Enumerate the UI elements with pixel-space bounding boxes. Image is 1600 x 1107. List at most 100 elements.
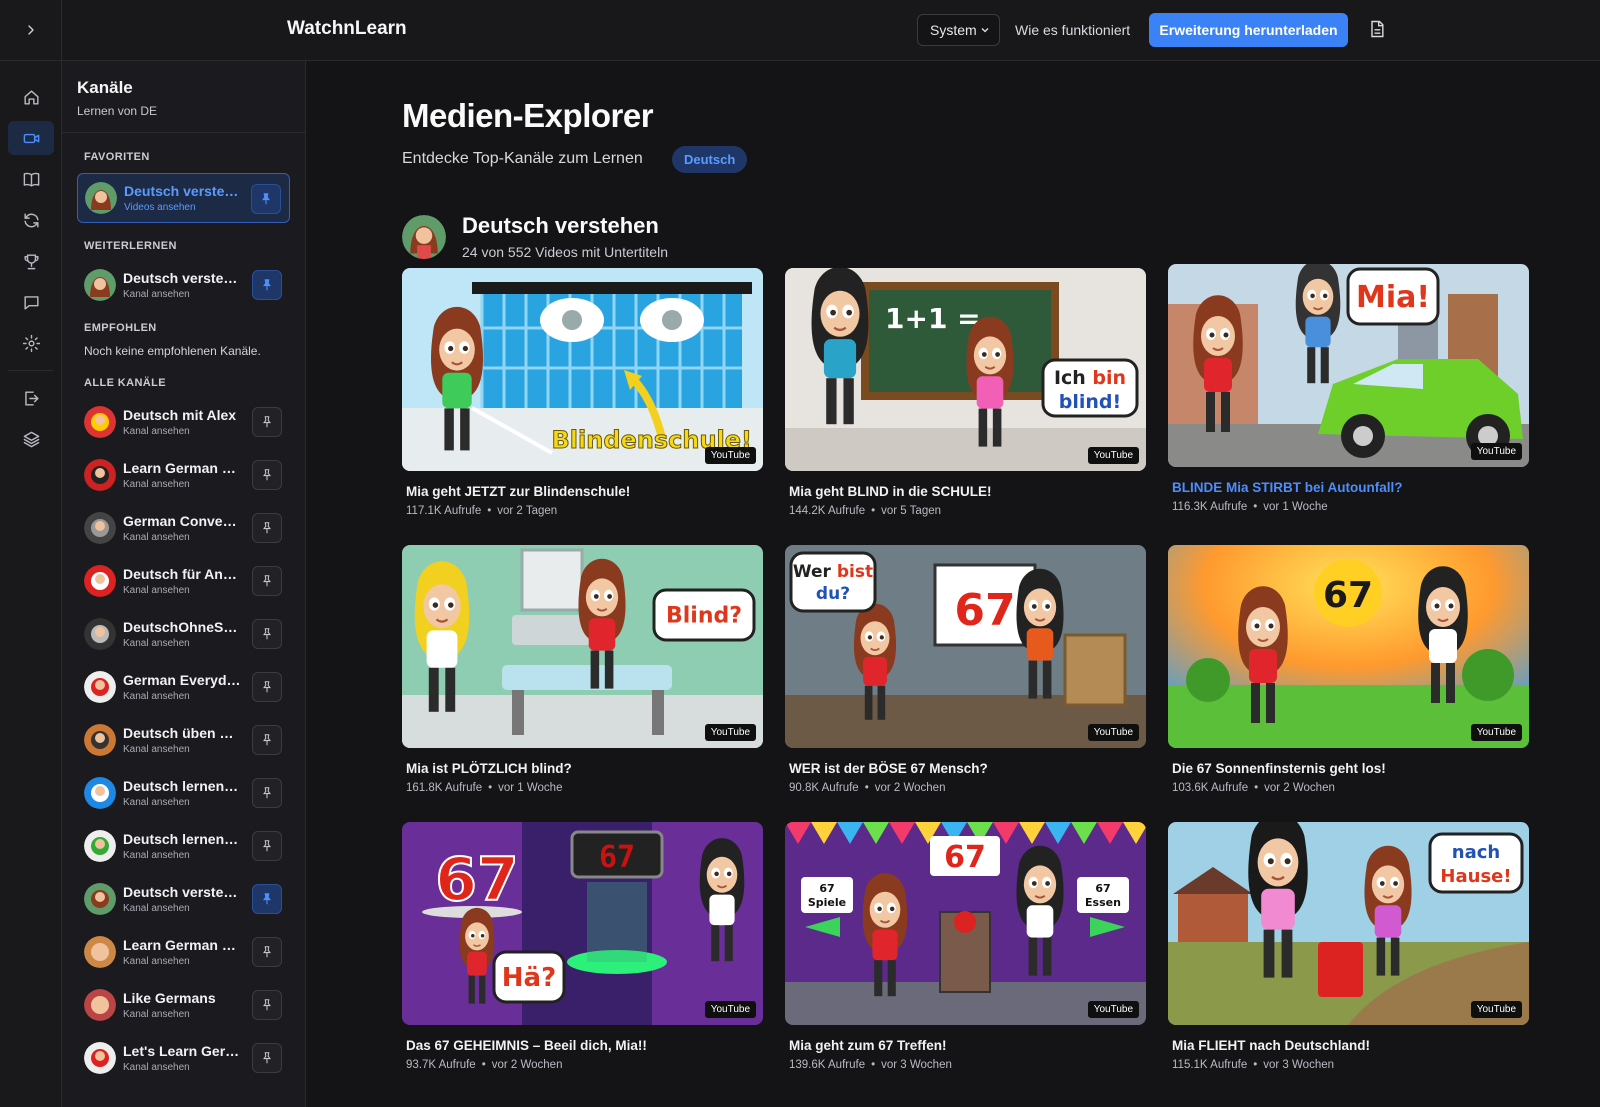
pin-button[interactable] [252, 831, 282, 861]
video-thumbnail[interactable]: Blindenschule! YouTube [402, 268, 763, 471]
video-card[interactable]: Blindenschule! YouTube Mia geht JETZT zu… [402, 268, 763, 517]
pin-icon [263, 734, 271, 746]
nav-videos[interactable] [8, 121, 54, 155]
pin-icon [263, 469, 271, 481]
nav-home[interactable] [8, 80, 54, 114]
pin-button[interactable] [252, 407, 282, 437]
nav-chat[interactable] [8, 285, 54, 319]
channel-item[interactable]: Deutsch lernen - ... Kanal ansehen [77, 821, 290, 871]
youtube-badge: YouTube [1470, 443, 1522, 460]
svg-text:67: 67 [599, 840, 635, 875]
pin-button[interactable] [252, 566, 282, 596]
meta-separator: • [487, 505, 492, 517]
nav-layers[interactable] [8, 422, 54, 456]
channel-item[interactable]: Deutsch für Anfä... Kanal ansehen [77, 556, 290, 606]
video-thumbnail[interactable]: Mia! YouTube [1168, 264, 1529, 467]
language-badge[interactable]: Deutsch [672, 146, 748, 173]
channel-item[interactable]: Learn German Fast Kanal ansehen [77, 927, 290, 977]
svg-text:67: 67 [819, 882, 834, 895]
video-thumbnail[interactable]: Blind? YouTube [402, 545, 763, 748]
chevron-down-icon [981, 28, 989, 33]
channel-name: Deutsch mit Alex [123, 407, 237, 423]
video-card[interactable]: 1+1 = Ich bin blind! YouTube Mia geht BL… [785, 268, 1146, 517]
svg-text:67: 67 [1323, 575, 1373, 616]
pin-button[interactable] [252, 1043, 282, 1073]
continue-channel-item[interactable]: Deutsch verstehen Kanal ansehen [77, 260, 290, 310]
video-meta: 103.6K Aufrufe • vor 2 Wochen [1168, 782, 1529, 794]
pin-button[interactable] [252, 619, 282, 649]
youtube-badge: YouTube [1470, 724, 1522, 741]
video-title[interactable]: Das 67 GEHEIMNIS – Beeil dich, Mia!! [402, 1038, 763, 1053]
video-title[interactable]: BLINDE Mia STIRBT bei Autounfall? [1168, 480, 1529, 495]
channel-name: Deutsch verstehen [124, 183, 242, 199]
video-card[interactable]: Blind? YouTube Mia ist PLÖTZLICH blind? … [402, 545, 763, 794]
favorite-channel-item[interactable]: Deutsch verstehen Videos ansehen [77, 173, 290, 223]
channel-avatar [84, 883, 116, 915]
video-title[interactable]: WER ist der BÖSE 67 Mensch? [785, 761, 1146, 776]
video-thumbnail[interactable]: 1+1 = Ich bin blind! YouTube [785, 268, 1146, 471]
expand-sidebar-button[interactable] [0, 0, 61, 61]
video-card[interactable]: 67 67 Hä? YouTube Das 67 GEHEIMNIS – Bee… [402, 822, 763, 1071]
video-thumbnail[interactable]: nach Hause! YouTube [1168, 822, 1529, 1025]
channel-item[interactable]: Like Germans Kanal ansehen [77, 980, 290, 1030]
channel-item[interactable]: German Everyday Kanal ansehen [77, 662, 290, 712]
channel-item[interactable]: Deutsch üben mit... Kanal ansehen [77, 715, 290, 765]
pin-button[interactable] [251, 184, 281, 214]
pin-button[interactable] [252, 672, 282, 702]
video-title[interactable]: Mia geht JETZT zur Blindenschule! [402, 484, 763, 499]
channel-status: Kanal ansehen [123, 585, 190, 596]
brand-logo[interactable]: WatchnLearn [287, 18, 407, 40]
nav-achievements[interactable] [8, 244, 54, 278]
pin-button[interactable] [252, 778, 282, 808]
pin-button[interactable] [252, 990, 282, 1020]
channel-avatar [84, 777, 116, 809]
video-age: vor 2 Tagen [497, 505, 558, 517]
svg-text:Hä?: Hä? [502, 963, 556, 993]
video-thumbnail[interactable]: 67 67 Spiele 67 Essen YouTube [785, 822, 1146, 1025]
video-card[interactable]: nach Hause! YouTube Mia FLIEHT nach Deut… [1168, 822, 1529, 1071]
video-title[interactable]: Mia geht BLIND in die SCHULE! [785, 484, 1146, 499]
nav-library[interactable] [8, 162, 54, 196]
channel-item[interactable]: German Conversa... Kanal ansehen [77, 503, 290, 553]
nav-logout[interactable] [8, 381, 54, 415]
pin-button[interactable] [252, 725, 282, 755]
video-card[interactable]: 67 Wer bist du? YouTube WER ist der BÖSE… [785, 545, 1146, 794]
all-channels-list: Deutsch mit Alex Kanal ansehen Learn Ger… [62, 397, 305, 1083]
document-button[interactable] [1367, 19, 1389, 41]
video-thumbnail[interactable]: 67 67 Hä? YouTube [402, 822, 763, 1025]
video-title[interactable]: Die 67 Sonnenfinsternis geht los! [1168, 761, 1529, 776]
video-title[interactable]: Mia FLIEHT nach Deutschland! [1168, 1038, 1529, 1053]
pin-button[interactable] [252, 270, 282, 300]
channel-name: Deutsch üben mit... [123, 725, 241, 741]
pin-button[interactable] [252, 460, 282, 490]
pin-icon [262, 193, 270, 205]
channel-item[interactable]: DeutschOhneStr... Kanal ansehen [77, 609, 290, 659]
video-card[interactable]: Mia! YouTube BLINDE Mia STIRBT bei Autou… [1168, 264, 1529, 513]
channel-item[interactable]: Deutsch mit Alex Kanal ansehen [77, 397, 290, 447]
pin-button[interactable] [252, 513, 282, 543]
nav-settings[interactable] [8, 326, 54, 360]
nav-review[interactable] [8, 203, 54, 237]
download-extension-button[interactable]: Erweiterung herunterladen [1149, 13, 1348, 47]
channel-title[interactable]: Deutsch verstehen [462, 213, 668, 239]
channel-item[interactable]: Deutsch verstehen Kanal ansehen [77, 874, 290, 924]
video-title[interactable]: Mia ist PLÖTZLICH blind? [402, 761, 763, 776]
video-card[interactable]: 67 67 Spiele 67 Essen YouTube Mia geht zum… [785, 822, 1146, 1071]
pin-button[interactable] [252, 884, 282, 914]
video-thumbnail[interactable]: 67 Wer bist du? YouTube [785, 545, 1146, 748]
svg-text:du?: du? [816, 584, 850, 604]
pin-button[interactable] [252, 937, 282, 967]
video-thumbnail[interactable]: 67 YouTube [1168, 545, 1529, 748]
video-age: vor 2 Wochen [491, 1059, 563, 1071]
channel-item[interactable]: Learn German Po... Kanal ansehen [77, 450, 290, 500]
theme-select[interactable]: System [917, 14, 1000, 46]
video-meta: 144.2K Aufrufe • vor 5 Tagen [785, 505, 1146, 517]
video-title[interactable]: Mia geht zum 67 Treffen! [785, 1038, 1146, 1053]
channel-item[interactable]: Let's Learn Germ... Kanal ansehen [77, 1033, 290, 1083]
svg-text:Essen: Essen [1085, 896, 1121, 909]
video-card[interactable]: 67 YouTube Die 67 Sonnenfinsternis geht … [1168, 545, 1529, 794]
how-it-works-link[interactable]: Wie es funktioniert [1015, 22, 1130, 38]
channel-item[interactable]: Deutsch lernen m... Kanal ansehen [77, 768, 290, 818]
svg-text:67: 67 [435, 845, 519, 915]
section-favorites: FAVORITEN [84, 151, 150, 163]
